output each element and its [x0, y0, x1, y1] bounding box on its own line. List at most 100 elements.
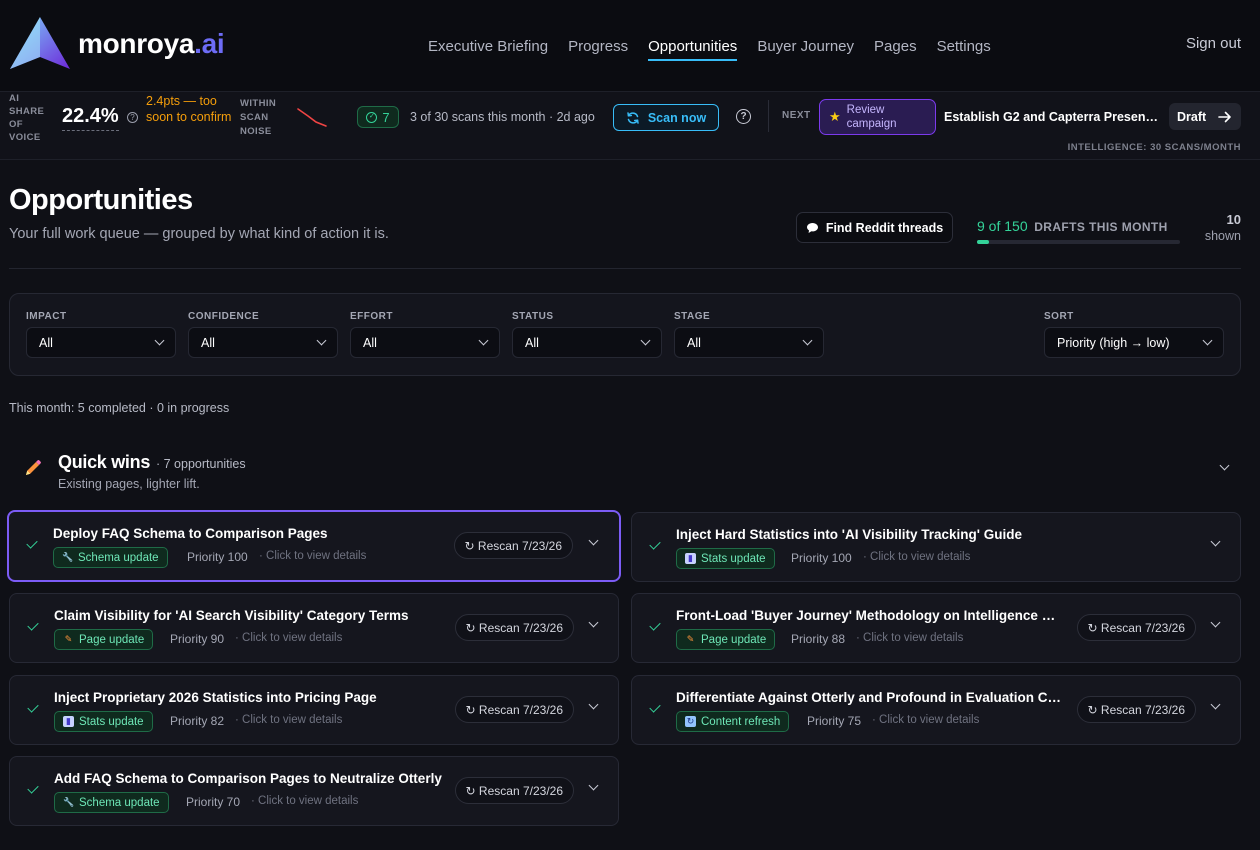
filter-label: CONFIDENCE — [188, 311, 260, 322]
card-expand-toggle[interactable] — [588, 780, 599, 791]
find-reddit-threads-label: Find Reddit threads — [825, 220, 944, 235]
card-expand-toggle[interactable] — [588, 617, 599, 628]
select-value: All — [525, 335, 539, 350]
scan-noise-label: WITHIN SCAN NOISE — [240, 98, 277, 137]
filter-status: STATUS All — [512, 311, 662, 358]
brand-name: monroya.ai — [78, 28, 225, 59]
sign-out-link[interactable]: Sign out — [1186, 35, 1241, 52]
check-icon — [27, 619, 39, 631]
impact-select[interactable]: All — [26, 327, 176, 358]
rescan-button[interactable]: ↻ Rescan 7/23/26 — [1076, 614, 1196, 641]
confidence-select[interactable]: All — [188, 327, 338, 358]
rescan-label: ↻ Rescan 7/23/26 — [465, 783, 563, 798]
filter-impact: IMPACT All — [26, 311, 176, 358]
nav-buyer-journey[interactable]: Buyer Journey — [747, 0, 864, 92]
draft-button[interactable]: Draft — [1169, 103, 1241, 130]
filter-label: STATUS — [512, 311, 554, 322]
opportunity-card[interactable]: Differentiate Against Otterly and Profou… — [631, 675, 1241, 745]
stage-select[interactable]: All — [674, 327, 824, 358]
rescan-label: ↻ Rescan 7/23/26 — [1087, 702, 1185, 717]
check-icon — [27, 701, 39, 713]
draft-label: Draft — [1177, 109, 1207, 124]
chevron-down-icon — [1210, 536, 1221, 547]
rescan-button[interactable]: ↻ Rescan 7/23/26 — [454, 696, 574, 723]
filter-stage: STAGE All — [674, 311, 824, 358]
card-title: Claim Visibility for 'AI Search Visibili… — [54, 608, 409, 623]
card-expand-toggle[interactable] — [588, 699, 599, 710]
card-expand-toggle[interactable] — [1210, 617, 1221, 628]
chart-icon: ▮ — [685, 553, 696, 564]
opportunity-card[interactable]: Front-Load 'Buyer Journey' Methodology o… — [631, 593, 1241, 663]
rescan-button[interactable]: ↻ Rescan 7/23/26 — [1076, 696, 1196, 723]
group-collapse-toggle[interactable] — [1219, 460, 1230, 471]
chevron-down-icon — [588, 699, 599, 710]
share-of-voice-delta: 2.4pts — too soon to confirm — [146, 94, 232, 124]
help-icon[interactable]: ? — [127, 112, 138, 123]
help-icon[interactable]: ? — [736, 109, 751, 124]
rescan-label: ↻ Rescan 7/23/26 — [1087, 620, 1185, 635]
rescan-button[interactable]: ↻ Rescan 7/23/26 — [454, 614, 574, 641]
card-hint: · Click to view details — [856, 632, 964, 644]
card-priority: Priority 90 — [170, 632, 225, 646]
opportunity-card[interactable]: Claim Visibility for 'AI Search Visibili… — [9, 593, 619, 663]
card-expand-toggle[interactable] — [1210, 699, 1221, 710]
card-tag: ✎ Page update — [54, 629, 154, 650]
chevron-down-icon — [1210, 617, 1221, 628]
card-expand-toggle[interactable] — [588, 535, 599, 546]
tag-label: Content refresh — [701, 715, 781, 728]
group-subtitle: Existing pages, lighter lift. — [58, 477, 200, 491]
chat-bubble-icon — [806, 222, 818, 233]
nav-pages[interactable]: Pages — [864, 0, 927, 92]
card-title: Inject Hard Statistics into 'AI Visibili… — [676, 527, 1023, 542]
top-navigation: monroya.ai Executive Briefing Progress O… — [0, 0, 1260, 92]
card-tag: ↻ Content refresh — [676, 711, 790, 732]
group-title: Quick wins — [58, 452, 151, 472]
card-expand-toggle[interactable] — [1210, 536, 1221, 547]
opportunity-card[interactable]: Inject Proprietary 2026 Statistics into … — [9, 675, 619, 745]
logo-mark-icon — [10, 17, 70, 69]
scan-now-button[interactable]: Scan now — [613, 104, 719, 131]
opportunity-card[interactable]: Inject Hard Statistics into 'AI Visibili… — [631, 512, 1241, 582]
intelligence-plan-note: INTELLIGENCE: 30 SCANS/MONTH — [1067, 142, 1241, 153]
rescan-label: ↻ Rescan 7/23/26 — [465, 620, 563, 635]
filter-label: SORT — [1044, 311, 1074, 322]
scan-count-badge[interactable]: ✓ 7 — [357, 106, 399, 128]
find-reddit-threads-button[interactable]: Find Reddit threads — [796, 212, 953, 243]
review-campaign-pill[interactable]: ★ Review campaign — [819, 99, 936, 135]
review-campaign-label: Review campaign — [846, 104, 897, 130]
nav-executive-briefing[interactable]: Executive Briefing — [418, 0, 558, 92]
filter-sort: SORT Priority (high → low) — [1044, 311, 1224, 358]
select-value: All — [687, 335, 701, 350]
nav-opportunities[interactable]: Opportunities — [638, 0, 747, 92]
nav-progress[interactable]: Progress — [558, 0, 638, 92]
rescan-button[interactable]: ↻ Rescan 7/23/26 — [454, 777, 574, 804]
card-tag: 🔧 Schema update — [54, 792, 169, 813]
chevron-down-icon — [1210, 699, 1221, 710]
status-select[interactable]: All — [512, 327, 662, 358]
select-value: All — [363, 335, 377, 350]
shown-number: 10 — [1226, 212, 1241, 227]
rescan-button[interactable]: ↻ Rescan 7/23/26 — [453, 532, 573, 559]
scan-now-label: Scan now — [647, 110, 707, 125]
chevron-down-icon — [316, 335, 327, 346]
opportunity-card[interactable]: Add FAQ Schema to Comparison Pages to Ne… — [9, 756, 619, 826]
card-hint: · Click to view details — [235, 714, 343, 726]
select-value: Priority (high → low) — [1057, 335, 1170, 350]
refresh-icon: ↻ — [685, 716, 696, 727]
page-subtitle: Your full work queue — grouped by what k… — [9, 226, 389, 242]
card-priority: Priority 100 — [187, 550, 248, 564]
brand-logo[interactable]: monroya.ai — [10, 17, 225, 71]
next-opportunity-title[interactable]: Establish G2 and Capterra Presence for A… — [944, 110, 1160, 124]
card-tag: 🔧 Schema update — [53, 547, 168, 568]
check-icon — [27, 782, 39, 794]
page-title: Opportunities — [9, 184, 193, 216]
shown-label: shown — [1204, 229, 1241, 243]
nav-settings[interactable]: Settings — [927, 0, 1001, 92]
filter-label: EFFORT — [350, 311, 393, 322]
opportunity-card[interactable]: Deploy FAQ Schema to Comparison Pages 🔧 S… — [7, 510, 621, 582]
effort-select[interactable]: All — [350, 327, 500, 358]
share-of-voice-value[interactable]: 22.4% — [62, 105, 119, 131]
filter-panel: IMPACT All CONFIDENCE All EFFORT All STA… — [9, 293, 1241, 376]
main-nav: Executive Briefing Progress Opportunitie… — [418, 0, 1001, 92]
sort-select[interactable]: Priority (high → low) — [1044, 327, 1224, 358]
